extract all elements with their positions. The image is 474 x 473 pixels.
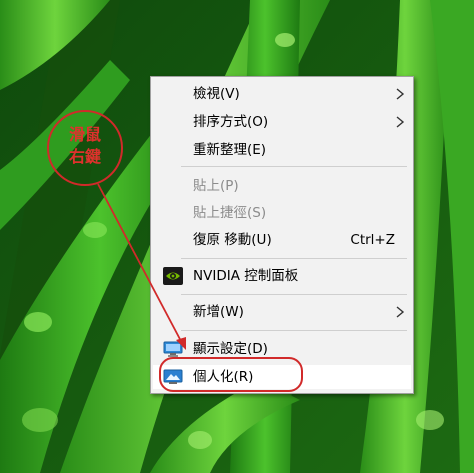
menu-separator [181, 294, 407, 295]
menu-item-paste-label: 貼上(P) [193, 178, 239, 194]
menu-separator [181, 166, 407, 167]
submenu-arrow-icon [396, 306, 405, 318]
annotation-line-2: 右鍵 [68, 147, 101, 166]
submenu-arrow-icon [396, 88, 405, 100]
personalize-highlight-ring [159, 357, 303, 392]
display-settings-icon [163, 341, 183, 357]
menu-separator [181, 330, 407, 331]
nvidia-icon [163, 267, 183, 285]
menu-item-sort-by-label: 排序方式(O) [193, 114, 269, 130]
menu-item-sort-by[interactable]: 排序方式(O) [153, 110, 411, 134]
menu-item-paste: 貼上(P) [153, 174, 411, 198]
menu-item-refresh-label: 重新整理(E) [193, 142, 267, 158]
menu-item-refresh[interactable]: 重新整理(E) [153, 138, 411, 162]
menu-separator [181, 258, 407, 259]
annotation-line-1: 滑鼠 [68, 125, 101, 144]
menu-item-nvidia-control-panel[interactable]: NVIDIA 控制面板 [153, 264, 411, 288]
menu-item-undo-move-label: 復原 移動(U) [193, 232, 272, 248]
menu-item-paste-shortcut-label: 貼上捷徑(S) [193, 205, 267, 221]
submenu-arrow-icon [396, 116, 405, 128]
menu-item-new[interactable]: 新增(W) [153, 300, 411, 324]
menu-item-undo-move[interactable]: 復原 移動(U) Ctrl+Z [153, 228, 411, 252]
menu-item-new-label: 新增(W) [193, 304, 244, 320]
menu-item-view[interactable]: 檢視(V) [153, 82, 411, 106]
menu-item-paste-shortcut: 貼上捷徑(S) [153, 201, 411, 225]
menu-item-nvidia-label: NVIDIA 控制面板 [193, 268, 299, 284]
desktop-context-menu: 檢視(V) 排序方式(O) 重新整理(E) 貼上(P) 貼上捷徑(S) 復原 移… [150, 76, 414, 394]
menu-item-view-label: 檢視(V) [193, 86, 240, 102]
annotation-label: 滑鼠 右鍵 [47, 124, 123, 168]
undo-shortcut: Ctrl+Z [350, 232, 395, 248]
